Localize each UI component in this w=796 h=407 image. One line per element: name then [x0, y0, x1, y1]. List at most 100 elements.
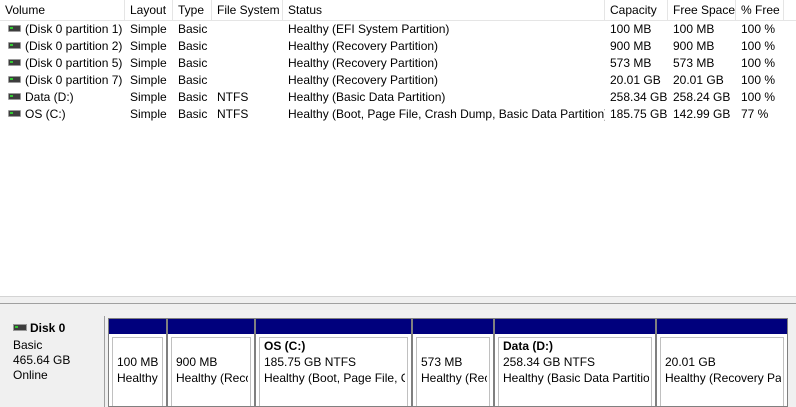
volume-row[interactable]: (Disk 0 partition 7) Simple Basic Health… [0, 72, 796, 89]
partition-block[interactable]: OS (C:) 185.75 GB NTFS Healthy (Boot, Pa… [255, 318, 412, 407]
column-header-layout[interactable]: Layout [125, 0, 173, 20]
partition-body: 100 MB Healthy [112, 337, 163, 406]
volume-icon [8, 42, 21, 50]
partition-body: Data (D:) 258.34 GB NTFS Healthy (Basic … [498, 337, 652, 406]
capacity-cell: 573 MB [610, 56, 652, 70]
column-header-free-space[interactable]: Free Space [668, 0, 736, 20]
status-cell: Healthy (Recovery Partition) [288, 56, 439, 70]
layout-cell: Simple [130, 22, 167, 36]
type-cell: Basic [178, 90, 208, 104]
percent-free-cell: 100 % [741, 73, 776, 87]
status-cell: Healthy (Recovery Partition) [288, 73, 439, 87]
disk-label[interactable]: Disk 0 Basic 465.64 GB Online [7, 316, 105, 407]
partition-size: 185.75 GB NTFS [264, 355, 357, 369]
fs-cell [212, 72, 283, 89]
volume-name: (Disk 0 partition 5) [25, 56, 123, 70]
partition-bar [413, 319, 493, 334]
partition-block[interactable]: 573 MB Healthy (Rec [412, 318, 494, 407]
disk-map: Disk 0 Basic 465.64 GB Online 100 MB Hea… [0, 304, 796, 407]
type-cell: Basic [178, 22, 208, 36]
percent-free-cell: 100 % [741, 56, 776, 70]
column-header-status[interactable]: Status [283, 0, 605, 20]
type-cell: Basic [178, 107, 208, 121]
volume-row[interactable]: (Disk 0 partition 2) Simple Basic Health… [0, 38, 796, 55]
volume-icon [8, 76, 21, 84]
partition-block[interactable]: 900 MB Healthy (Reco [167, 318, 255, 407]
capacity-cell: 20.01 GB [610, 73, 661, 87]
disk-name: Disk 0 [13, 321, 65, 335]
volume-row[interactable]: (Disk 0 partition 1) Simple Basic Health… [0, 21, 796, 38]
column-header-percent-free[interactable]: % Free [736, 0, 784, 20]
layout-cell: Simple [130, 73, 167, 87]
layout-cell: Simple [130, 90, 167, 104]
volume-list: Volume Layout Type File System Status Ca… [0, 0, 796, 296]
volume-cell: OS (C:) [3, 106, 125, 123]
volume-icon [8, 59, 21, 67]
free-space-cell: 100 MB [673, 22, 715, 36]
layout-cell: Simple [130, 39, 167, 53]
partition-block[interactable]: 100 MB Healthy [108, 318, 167, 407]
partition-status: Healthy (Basic Data Partitior [503, 371, 649, 385]
status-cell: Healthy (Boot, Page File, Crash Dump, Ba… [288, 107, 605, 121]
partition-status: Healthy (Recovery Par [665, 371, 781, 385]
status-cell: Healthy (EFI System Partition) [288, 22, 450, 36]
volume-name: OS (C:) [25, 107, 66, 121]
partition-size: 20.01 GB [665, 355, 716, 369]
partition-body: 20.01 GB Healthy (Recovery Par [660, 337, 784, 406]
layout-cell: Simple [130, 107, 167, 121]
volume-name: Data (D:) [25, 90, 74, 104]
volume-name: (Disk 0 partition 7) [25, 73, 123, 87]
partition-body: 573 MB Healthy (Rec [416, 337, 490, 406]
partition-block[interactable]: Data (D:) 258.34 GB NTFS Healthy (Basic … [494, 318, 656, 407]
partition-bar [657, 319, 787, 334]
disk-icon [13, 324, 27, 332]
volume-cell: (Disk 0 partition 2) [3, 38, 125, 55]
partition-bar [495, 319, 655, 334]
volume-row[interactable]: Data (D:) Simple Basic NTFS Healthy (Bas… [0, 89, 796, 106]
type-cell: Basic [178, 56, 208, 70]
column-header-capacity[interactable]: Capacity [605, 0, 668, 20]
fs-cell: NTFS [217, 90, 249, 104]
free-space-cell: 20.01 GB [673, 73, 724, 87]
volume-cell: (Disk 0 partition 5) [3, 55, 125, 72]
column-header-volume[interactable]: Volume [0, 0, 125, 20]
layout-cell: Simple [130, 56, 167, 70]
fs-cell [212, 55, 283, 72]
pane-splitter[interactable] [0, 296, 796, 304]
partition-size: 100 MB [117, 355, 159, 369]
free-space-cell: 142.99 GB [673, 107, 731, 121]
partition-body: 900 MB Healthy (Reco [171, 337, 251, 406]
type-cell: Basic [178, 39, 208, 53]
partition-bar [109, 319, 166, 334]
partition-size: 573 MB [421, 355, 463, 369]
free-space-cell: 258.24 GB [673, 90, 731, 104]
volume-row[interactable]: OS (C:) Simple Basic NTFS Healthy (Boot,… [0, 106, 796, 123]
status-cell: Healthy (Recovery Partition) [288, 39, 439, 53]
disk-state: Online [13, 368, 48, 382]
disk-type: Basic [13, 338, 43, 352]
type-cell: Basic [178, 73, 208, 87]
volume-icon [8, 110, 21, 118]
partition-bar [256, 319, 411, 334]
percent-free-cell: 100 % [741, 22, 776, 36]
partition-status: Healthy (Rec [421, 371, 487, 385]
partition-status: Healthy (Reco [176, 371, 248, 385]
free-space-cell: 573 MB [673, 56, 715, 70]
partition-block[interactable]: 20.01 GB Healthy (Recovery Par [656, 318, 788, 407]
percent-free-cell: 77 % [741, 107, 769, 121]
partition-size: 900 MB [176, 355, 218, 369]
column-header-file-system[interactable]: File System [212, 0, 283, 20]
free-space-cell: 900 MB [673, 39, 715, 53]
volume-cell: (Disk 0 partition 7) [3, 72, 125, 89]
volume-cell: (Disk 0 partition 1) [3, 21, 125, 38]
column-header-type[interactable]: Type [173, 0, 212, 20]
capacity-cell: 185.75 GB [610, 107, 668, 121]
volume-row[interactable]: (Disk 0 partition 5) Simple Basic Health… [0, 55, 796, 72]
volume-name: (Disk 0 partition 2) [25, 39, 123, 53]
capacity-cell: 258.34 GB [610, 90, 668, 104]
status-cell: Healthy (Basic Data Partition) [288, 90, 446, 104]
list-header: Volume Layout Type File System Status Ca… [0, 0, 796, 21]
partition-status: Healthy [117, 371, 158, 385]
partition-status: Healthy (Boot, Page File, C [264, 371, 405, 385]
volume-icon [8, 25, 21, 33]
